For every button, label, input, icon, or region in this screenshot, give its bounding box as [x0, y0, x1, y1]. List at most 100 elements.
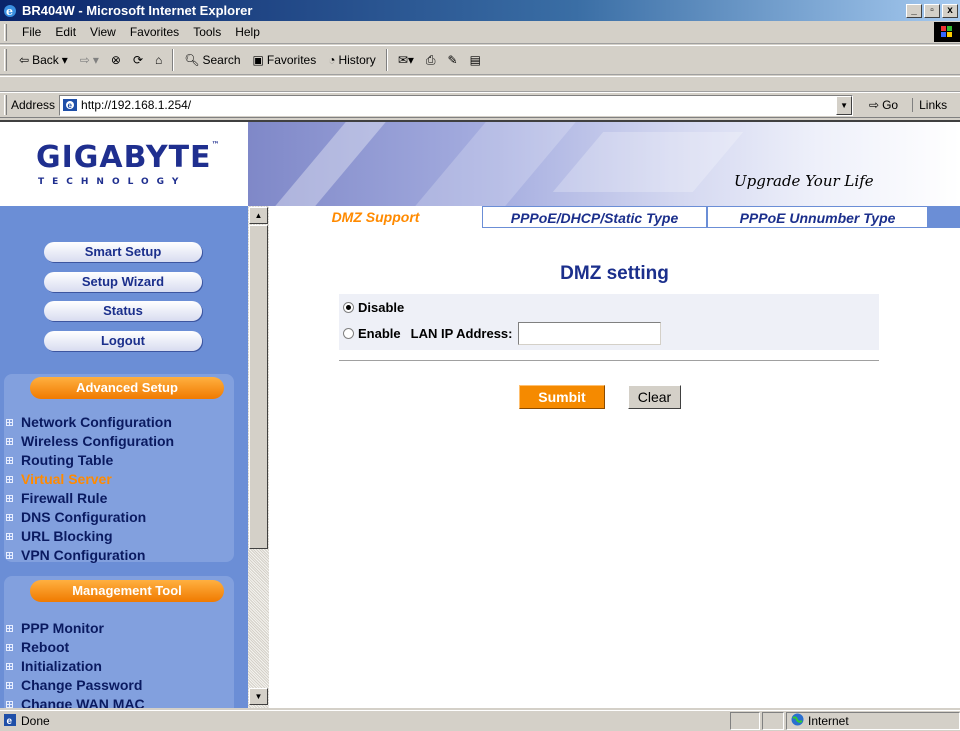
sidebar-item-change-password[interactable]: Change Password [6, 677, 142, 693]
setup-wizard-button[interactable]: Setup Wizard [44, 272, 202, 292]
disable-radio[interactable] [343, 302, 354, 313]
address-dropdown-icon[interactable]: ▼ [836, 95, 853, 115]
refresh-icon: ⟳ [132, 53, 143, 67]
favorites-label: Favorites [266, 53, 317, 67]
favorites-icon: ▣ [252, 53, 264, 67]
address-label: Address [11, 98, 56, 112]
tab-dmz-support[interactable]: DMZ Support [269, 206, 482, 228]
menu-file[interactable]: File [15, 23, 48, 41]
page-icon: e [63, 99, 78, 111]
bullet-icon [6, 513, 13, 521]
enable-radio[interactable] [343, 328, 354, 339]
banner-streak [261, 122, 395, 206]
svg-text:e: e [68, 101, 73, 110]
links-button[interactable]: Links [912, 98, 947, 112]
menu-bar: File Edit View Favorites Tools Help [0, 21, 960, 44]
menu-help[interactable]: Help [228, 23, 267, 41]
back-dropdown-icon: ▾ [61, 53, 68, 67]
submit-button[interactable]: Sumbit [519, 385, 605, 409]
sidebar-item-vpn-configuration[interactable]: VPN Configuration [6, 547, 145, 563]
history-button[interactable]: ◔ History [322, 53, 382, 67]
maximize-button[interactable]: ▫ [924, 3, 940, 18]
logout-button[interactable]: Logout [44, 331, 202, 351]
address-url: http://192.168.1.254/ [81, 98, 192, 112]
discuss-button[interactable]: ▤ [464, 53, 487, 67]
tab-pppoe-unnumber[interactable]: PPPoE Unnumber Type [707, 206, 928, 228]
status-cell [730, 712, 760, 730]
sidebar-item-dns-configuration[interactable]: DNS Configuration [6, 509, 146, 525]
toolbar-separator [172, 49, 175, 71]
sidebar-item-ppp-monitor[interactable]: PPP Monitor [6, 620, 104, 636]
address-input[interactable]: e http://192.168.1.254/ ▼ [59, 94, 854, 116]
status-button[interactable]: Status [44, 301, 202, 321]
ie-logo-icon: e [2, 3, 18, 19]
disable-option[interactable]: Disable [343, 300, 404, 315]
search-button[interactable]: 🔍︎ Search [178, 53, 246, 67]
refresh-button[interactable]: ⟳ [127, 53, 149, 67]
sidebar-item-wireless-configuration[interactable]: Wireless Configuration [6, 433, 174, 449]
sidebar-scrollbar[interactable]: ▲ ▼ [248, 206, 269, 708]
sidebar-item-virtual-server[interactable]: Virtual Server [6, 471, 112, 487]
scroll-up-icon[interactable]: ▲ [249, 207, 268, 224]
sidebar-item-label: Reboot [21, 639, 70, 655]
sidebar-item-reboot[interactable]: Reboot [6, 639, 69, 655]
print-button[interactable]: ⎙ [420, 53, 442, 68]
logo-text: GIGABYTE [36, 140, 212, 175]
sidebar-item-label: Wireless Configuration [21, 433, 175, 449]
banner-streak [401, 122, 585, 206]
sidebar-item-initialization[interactable]: Initialization [6, 658, 102, 674]
back-button[interactable]: ⇦ Back ▾ [13, 53, 74, 67]
lan-ip-input[interactable] [518, 322, 662, 345]
sidebar-item-url-blocking[interactable]: URL Blocking [6, 528, 113, 544]
status-cell [762, 712, 784, 730]
sidebar-item-network-configuration[interactable]: Network Configuration [6, 414, 172, 430]
stop-button[interactable]: ⊗ [105, 53, 127, 67]
bullet-icon [6, 475, 13, 483]
toolbar-spacer [0, 76, 960, 92]
scroll-thumb[interactable] [249, 225, 268, 549]
sidebar-item-routing-table[interactable]: Routing Table [6, 452, 113, 468]
bullet-icon [6, 700, 13, 708]
mail-button[interactable]: ✉▾ [392, 53, 420, 67]
toolbar-separator-2 [385, 49, 388, 71]
page-done-icon: e [3, 713, 17, 730]
smart-setup-button[interactable]: Smart Setup [44, 242, 202, 262]
toolbar-grip [4, 49, 7, 71]
sidebar-item-change-wan-mac[interactable]: Change WAN MAC [6, 696, 145, 708]
menu-view[interactable]: View [83, 23, 123, 41]
scroll-down-icon[interactable]: ▼ [249, 688, 268, 705]
status-bar: e Done Internet [0, 710, 960, 731]
dmz-form-panel: Disable Enable LAN IP Address: [339, 294, 879, 350]
go-button[interactable]: ⇨ Go [863, 98, 904, 112]
main-content: DMZ Support PPPoE/DHCP/Static Type PPPoE… [269, 206, 960, 708]
sidebar: Smart Setup Setup Wizard Status Logout A… [0, 206, 248, 708]
forward-dropdown-icon: ▾ [92, 53, 99, 67]
favorites-button[interactable]: ▣ Favorites [247, 53, 323, 67]
enable-label: Enable [358, 326, 401, 341]
home-button[interactable]: ⌂ [149, 53, 168, 67]
forward-button[interactable]: ⇨ ▾ [74, 53, 105, 67]
minimize-button[interactable]: _ [906, 3, 922, 18]
enable-option[interactable]: Enable LAN IP Address: [343, 322, 662, 345]
windows-flag-icon [934, 22, 960, 42]
clear-button[interactable]: Clear [628, 385, 681, 409]
logo-area: GIGABYTE™ TECHNOLOGY [0, 122, 248, 206]
home-icon: ⌂ [155, 53, 163, 67]
bullet-icon [6, 456, 13, 464]
lan-ip-label: LAN IP Address: [410, 326, 513, 341]
go-label: Go [882, 98, 899, 112]
menu-edit[interactable]: Edit [48, 23, 83, 41]
status-text: Done [21, 714, 50, 728]
menu-tools[interactable]: Tools [186, 23, 228, 41]
sidebar-item-label: Network Configuration [21, 414, 172, 430]
menu-favorites[interactable]: Favorites [123, 23, 186, 41]
zone-label: Internet [808, 714, 849, 728]
edit-button[interactable]: ✎ [442, 53, 464, 67]
close-button[interactable]: x [942, 3, 958, 18]
window-title: BR404W - Microsoft Internet Explorer [22, 3, 253, 18]
tab-pppoe-dhcp-static[interactable]: PPPoE/DHCP/Static Type [482, 206, 707, 228]
sidebar-item-firewall-rule[interactable]: Firewall Rule [6, 490, 107, 506]
disable-label: Disable [358, 300, 405, 315]
history-icon: ◔ [328, 53, 336, 67]
sidebar-item-label: URL Blocking [21, 528, 113, 544]
